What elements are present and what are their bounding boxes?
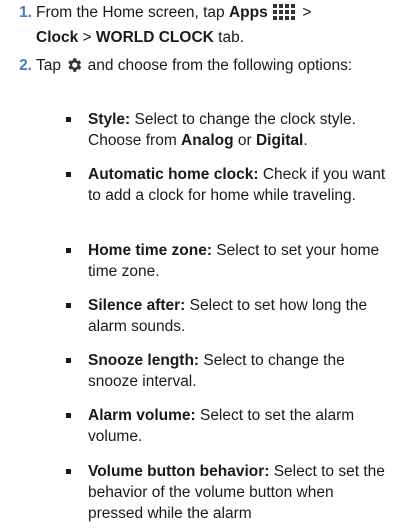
- bullet-icon: [66, 358, 71, 363]
- step-2: 2. Tap and choose from the following opt…: [0, 55, 399, 99]
- step-1: 1. From the Home screen, tap Apps > Cloc…: [0, 2, 399, 46]
- bullet-icon: [66, 172, 71, 177]
- step-number: 2.: [19, 57, 32, 74]
- manual-page: 1. From the Home screen, tap Apps > Cloc…: [0, 0, 399, 531]
- step-number: 1.: [19, 4, 32, 21]
- option-text: Home time zone: Select to set your home …: [88, 242, 380, 280]
- bullet-icon: [66, 469, 71, 474]
- option-text: Snooze length: Select to change the snoo…: [88, 352, 345, 390]
- option-text: Silence after: Select to set how long th…: [88, 297, 368, 335]
- gear-icon: [65, 56, 83, 80]
- option-text: Automatic home clock: Check if you want …: [88, 166, 386, 204]
- bullet-icon: [66, 413, 71, 418]
- bullet-icon: [66, 303, 71, 308]
- option-text: Style: Select to change the clock style.…: [88, 111, 356, 149]
- option-text: Volume button behavior: Select to set th…: [88, 463, 385, 522]
- apps-grid-icon: [272, 3, 298, 27]
- option-text: Alarm volume: Select to set the alarm vo…: [88, 407, 355, 445]
- bullet-icon: [66, 117, 71, 122]
- step-text: From the Home screen, tap Apps > Clock >…: [36, 3, 312, 46]
- step-text: Tap and choose from the following option…: [36, 55, 391, 80]
- bullet-icon: [66, 248, 71, 253]
